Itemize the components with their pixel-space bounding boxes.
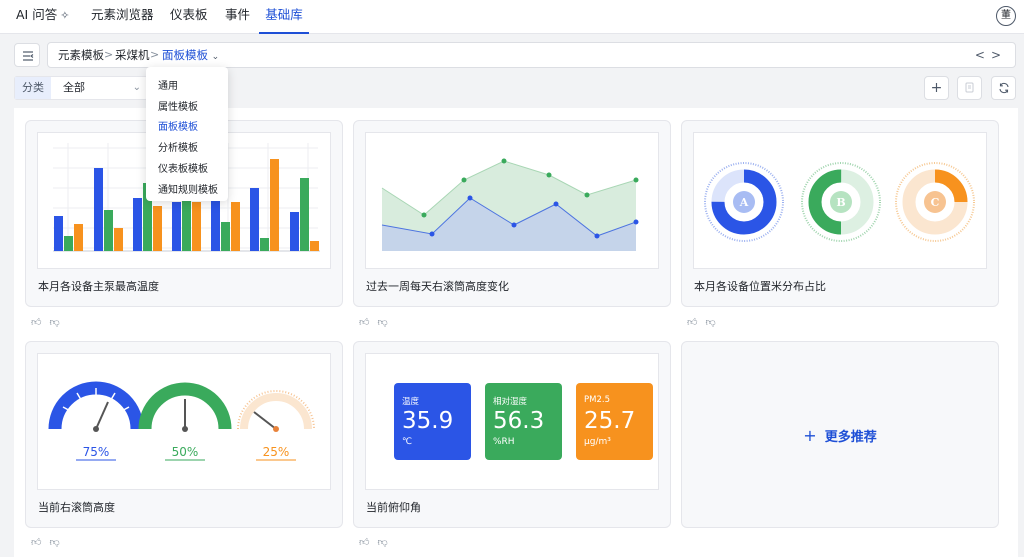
- thumbs-up-icon[interactable]: 👍︎: [359, 317, 369, 328]
- card-title: 过去一周每天右滚筒高度变化: [366, 280, 509, 293]
- card-title: 本月各设备主泵最高温度: [38, 280, 159, 293]
- template-card-donut-chart[interactable]: A B C 本月各设备位置米分布占比: [681, 120, 999, 307]
- more-recommendations-button[interactable]: + 更多推荐: [681, 341, 999, 528]
- tab-events[interactable]: 事件: [225, 0, 250, 34]
- card-thumbnail: [365, 132, 659, 269]
- card-feedback: 👍︎ 👎︎: [31, 536, 68, 548]
- tile-label: 相对湿度: [493, 397, 528, 407]
- menu-item-dashboard-templates[interactable]: 仪表板模板: [158, 160, 208, 175]
- card-feedback: 👍︎ 👎︎: [31, 316, 68, 328]
- chevron-down-icon: ⌄: [132, 82, 141, 93]
- template-card-stat-tiles[interactable]: 温度 35.9 ℃ 相对湿度 56.3 %RH PM2.5 25.7 μg/m³…: [353, 341, 671, 528]
- tile-unit: %RH: [493, 437, 515, 447]
- top-nav: AI 问答 ✧ 元素浏览器 仪表板 事件 基础库 董: [0, 0, 1024, 34]
- tab-base-library[interactable]: 基础库: [259, 0, 309, 34]
- stat-tile-temperature: 温度 35.9 ℃: [394, 383, 471, 460]
- more-recommendations-label: 更多推荐: [824, 430, 877, 445]
- plus-icon: +: [930, 80, 943, 96]
- stat-tile-humidity: 相对湿度 56.3 %RH: [485, 383, 562, 460]
- breadcrumb-item-shearer[interactable]: 采煤机: [115, 43, 150, 67]
- card-title: 当前右滚筒高度: [38, 501, 115, 514]
- thumbs-down-icon[interactable]: 👎︎: [377, 537, 387, 548]
- stat-tile-pm25: PM2.5 25.7 μg/m³: [576, 383, 653, 460]
- tile-unit: μg/m³: [584, 437, 611, 447]
- category-filter-value: 全部: [63, 81, 85, 94]
- menu-item-attribute-templates[interactable]: 属性模板: [158, 98, 198, 113]
- breadcrumb-separator: >: [150, 48, 160, 61]
- thumbs-down-icon[interactable]: 👎︎: [49, 317, 59, 328]
- template-card-gauge[interactable]: 75% 50% 25% 当前右滚筒高度: [25, 341, 343, 528]
- breadcrumb-nav-arrows[interactable]: <>: [975, 43, 1007, 67]
- tab-dashboard[interactable]: 仪表板: [170, 0, 208, 34]
- menu-item-general[interactable]: 通用: [158, 77, 178, 92]
- thumbs-up-icon[interactable]: 👍︎: [687, 317, 697, 328]
- thumbs-up-icon[interactable]: 👍︎: [359, 537, 369, 548]
- menu-item-analysis-templates[interactable]: 分析模板: [158, 139, 198, 154]
- tab-label: AI 问答: [16, 7, 58, 22]
- tile-unit: ℃: [402, 437, 413, 447]
- gauge-value-1: 75%: [83, 445, 110, 459]
- toggle-panel-button[interactable]: [14, 43, 40, 67]
- thumbs-down-icon[interactable]: 👎︎: [705, 317, 715, 328]
- copy-button[interactable]: [957, 76, 982, 100]
- card-thumbnail: A B C: [693, 132, 987, 269]
- tile-label: 温度: [402, 397, 420, 407]
- card-thumbnail: 温度 35.9 ℃ 相对湿度 56.3 %RH PM2.5 25.7 μg/m³: [365, 353, 659, 490]
- chevron-down-icon: ⌄: [211, 52, 220, 62]
- chevron-left-icon[interactable]: <: [975, 48, 991, 62]
- tab-element-browser[interactable]: 元素浏览器: [91, 0, 154, 34]
- card-title: 当前俯仰角: [366, 501, 421, 514]
- breadcrumb-item-panel-templates[interactable]: 面板模板 ⌄: [162, 43, 219, 69]
- plus-icon: +: [803, 426, 817, 445]
- category-filter-label: 分类: [15, 77, 51, 99]
- breadcrumb-current-label: 面板模板: [162, 48, 208, 62]
- menu-item-panel-templates[interactable]: 面板模板: [158, 118, 198, 133]
- refresh-icon: [998, 82, 1009, 94]
- copy-icon: [965, 82, 973, 93]
- card-title: 本月各设备位置米分布占比: [694, 280, 826, 293]
- thumbs-down-icon[interactable]: 👎︎: [49, 537, 59, 548]
- breadcrumb: 元素模板 > 采煤机 > 面板模板 ⌄ <>: [47, 42, 1016, 68]
- tile-value: 35.9: [402, 408, 454, 434]
- tile-label: PM2.5: [584, 395, 610, 405]
- donut-label-b: B: [836, 196, 845, 209]
- menu-item-notification-rule-templates[interactable]: 通知规则模板: [158, 181, 218, 196]
- card-feedback: 👍︎ 👎︎: [359, 536, 396, 548]
- tile-value: 25.7: [584, 408, 636, 434]
- gauge-value-2: 50%: [172, 445, 199, 459]
- gauge-value-3: 25%: [263, 445, 290, 459]
- category-filter[interactable]: 分类 全部 ⌄: [14, 76, 148, 100]
- card-feedback: 👍︎ 👎︎: [359, 316, 396, 328]
- donut-chart-thumbnail: A B C: [704, 162, 975, 242]
- template-card-area-chart[interactable]: 过去一周每天右滚筒高度变化: [353, 120, 671, 307]
- breadcrumb-separator: >: [104, 48, 114, 61]
- refresh-button[interactable]: [991, 76, 1016, 100]
- thumbs-down-icon[interactable]: 👎︎: [377, 317, 387, 328]
- tile-value: 56.3: [493, 408, 545, 434]
- thumbs-up-icon[interactable]: 👍︎: [31, 317, 41, 328]
- list-collapse-icon: [23, 51, 34, 61]
- sparkle-icon: ✧: [60, 9, 70, 22]
- area-chart-thumbnail: [381, 158, 639, 251]
- breadcrumb-dropdown-menu: 通用 属性模板 面板模板 分析模板 仪表板模板 通知规则模板: [146, 67, 228, 201]
- breadcrumb-item-element-templates[interactable]: 元素模板: [58, 43, 104, 67]
- donut-label-c: C: [931, 196, 940, 209]
- tab-ai-qa[interactable]: AI 问答 ✧: [16, 0, 69, 34]
- avatar[interactable]: 董: [996, 6, 1016, 26]
- card-thumbnail: 75% 50% 25%: [37, 353, 331, 490]
- card-feedback: 👍︎ 👎︎: [687, 316, 724, 328]
- gauge-thumbnail: 75% 50% 25%: [48, 381, 315, 461]
- chevron-right-icon[interactable]: >: [991, 48, 1007, 62]
- donut-label-a: A: [739, 196, 749, 209]
- add-button[interactable]: +: [924, 76, 949, 100]
- thumbs-up-icon[interactable]: 👍︎: [31, 537, 41, 548]
